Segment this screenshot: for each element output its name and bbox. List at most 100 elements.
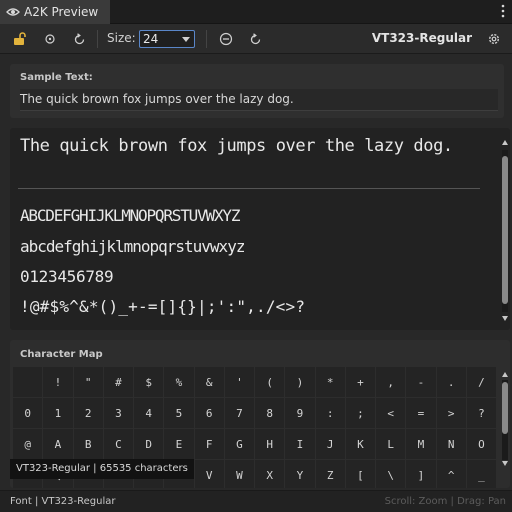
character-map-label: Character Map <box>20 349 103 360</box>
zoom-out-icon[interactable] <box>217 30 235 48</box>
charmap-cell[interactable]: V <box>194 460 224 488</box>
size-value: 24 <box>143 32 159 46</box>
chevron-down-icon <box>182 37 190 42</box>
charmap-cell[interactable]: 8 <box>255 398 285 428</box>
charmap-cell[interactable]: Z <box>315 460 345 488</box>
charmap-cell[interactable]: K <box>345 429 375 459</box>
lock-open-icon[interactable] <box>11 30 29 48</box>
charmap-cell[interactable]: . <box>436 367 466 397</box>
status-hint: Scroll: Zoom | Drag: Pan <box>384 496 506 507</box>
charmap-cell[interactable]: ( <box>255 367 285 397</box>
preview-scrollbar-thumb[interactable] <box>502 156 508 304</box>
eye-icon <box>6 7 20 17</box>
font-preview-panel[interactable]: The quick brown fox jumps over the lazy … <box>10 128 510 330</box>
charmap-cell[interactable]: L <box>376 429 406 459</box>
scroll-down-arrow-icon[interactable] <box>502 316 508 321</box>
charmap-scroll-up-icon[interactable] <box>502 372 508 377</box>
charmap-cell[interactable]: 3 <box>103 398 133 428</box>
charmap-cell[interactable]: ; <box>345 398 375 428</box>
charmap-row: ! " # $% & '() * +, -. / <box>13 367 497 397</box>
charmap-cell[interactable]: % <box>164 367 194 397</box>
charmap-cell[interactable]: : <box>315 398 345 428</box>
charmap-cell[interactable]: O <box>466 429 496 459</box>
refresh-icon[interactable] <box>70 30 88 48</box>
charmap-cell[interactable]: M <box>406 429 436 459</box>
charmap-cell[interactable]: ] <box>406 460 436 488</box>
charmap-cell[interactable]: ) <box>285 367 315 397</box>
charmap-cell[interactable]: \ <box>376 460 406 488</box>
charmap-row: @ A B C D E F G H I J K L M N O <box>13 429 497 459</box>
charmap-cell[interactable]: " <box>73 367 103 397</box>
charmap-cell[interactable]: ' <box>224 367 254 397</box>
sample-text-label: Sample Text: <box>20 72 93 83</box>
charmap-cell[interactable]: @ <box>13 429 43 459</box>
charmap-scrollbar-thumb[interactable] <box>502 382 508 434</box>
preview-digits: 0123456789 <box>20 267 114 286</box>
charmap-info-tag: VT323-Regular | 65535 characters <box>10 459 194 479</box>
preview-sample-line: The quick brown fox jumps over the lazy … <box>20 136 453 156</box>
charmap-cell[interactable]: ! <box>43 367 73 397</box>
charmap-cell[interactable]: 9 <box>285 398 315 428</box>
preview-symbols: !@#$%^&*()_+-=[]{}|;':",./<>? <box>20 297 306 316</box>
charmap-cell[interactable]: * <box>315 367 345 397</box>
charmap-cell[interactable]: X <box>255 460 285 488</box>
charmap-cell[interactable]: + <box>345 367 375 397</box>
charmap-cell[interactable]: , <box>376 367 406 397</box>
charmap-cell[interactable]: A <box>43 429 73 459</box>
charmap-cell[interactable]: 7 <box>224 398 254 428</box>
charmap-cell[interactable]: 4 <box>134 398 164 428</box>
sample-text-panel: Sample Text: The quick brown fox jumps o… <box>10 64 504 118</box>
toolbar-separator <box>206 30 207 48</box>
sample-text-input[interactable]: The quick brown fox jumps over the lazy … <box>20 89 498 111</box>
font-name-label: VT323-Regular <box>371 31 472 45</box>
charmap-cell[interactable]: J <box>315 429 345 459</box>
charmap-cell[interactable]: _ <box>466 460 496 488</box>
charmap-cell[interactable]: # <box>103 367 133 397</box>
tab-a2k-preview[interactable]: A2K Preview <box>0 0 110 24</box>
preview-divider <box>18 188 480 189</box>
tab-strip: A2K Preview <box>0 0 512 24</box>
preview-lowercase: abcdefghijklmnopqrstuvwxyz <box>20 237 245 256</box>
charmap-cell[interactable]: 2 <box>73 398 103 428</box>
gear-icon[interactable] <box>485 30 503 48</box>
reset-zoom-icon[interactable] <box>246 30 264 48</box>
charmap-cell[interactable]: F <box>194 429 224 459</box>
charmap-cell[interactable]: = <box>406 398 436 428</box>
target-icon[interactable] <box>41 30 59 48</box>
status-bar: Font | VT323-Regular Scroll: Zoom | Drag… <box>0 490 512 512</box>
tab-title: A2K Preview <box>24 5 99 19</box>
charmap-cell[interactable]: G <box>224 429 254 459</box>
size-label: Size: <box>107 31 136 45</box>
charmap-cell[interactable]: - <box>406 367 436 397</box>
more-options-icon[interactable] <box>498 4 508 20</box>
charmap-cell[interactable]: 6 <box>194 398 224 428</box>
status-font-info: Font | VT323-Regular <box>10 496 116 507</box>
charmap-cell[interactable]: 5 <box>164 398 194 428</box>
charmap-cell[interactable]: > <box>436 398 466 428</box>
charmap-cell[interactable]: C <box>103 429 133 459</box>
charmap-cell[interactable]: 1 <box>43 398 73 428</box>
charmap-cell[interactable]: D <box>134 429 164 459</box>
charmap-cell[interactable]: I <box>285 429 315 459</box>
charmap-cell[interactable]: 0 <box>13 398 43 428</box>
charmap-cell[interactable]: ^ <box>436 460 466 488</box>
charmap-cell[interactable]: < <box>376 398 406 428</box>
charmap-cell[interactable]: W <box>224 460 254 488</box>
charmap-cell[interactable]: / <box>466 367 496 397</box>
preview-scrollbar[interactable] <box>502 150 508 312</box>
charmap-cell[interactable] <box>13 367 43 397</box>
charmap-cell[interactable]: $ <box>134 367 164 397</box>
scroll-up-arrow-icon[interactable] <box>502 140 508 145</box>
charmap-cell[interactable]: B <box>73 429 103 459</box>
charmap-cell[interactable]: [ <box>345 460 375 488</box>
charmap-cell[interactable]: & <box>194 367 224 397</box>
size-select[interactable]: 24 <box>139 30 195 48</box>
charmap-cell[interactable]: E <box>164 429 194 459</box>
charmap-cell[interactable]: N <box>436 429 466 459</box>
charmap-cell[interactable]: H <box>255 429 285 459</box>
charmap-scroll-down-icon[interactable] <box>502 461 508 466</box>
charmap-cell[interactable]: ? <box>466 398 496 428</box>
preview-uppercase: ABCDEFGHIJKLMNOPQRSTUVWXYZ <box>20 206 240 225</box>
charmap-cell[interactable]: Y <box>285 460 315 488</box>
charmap-scrollbar[interactable] <box>502 380 508 460</box>
